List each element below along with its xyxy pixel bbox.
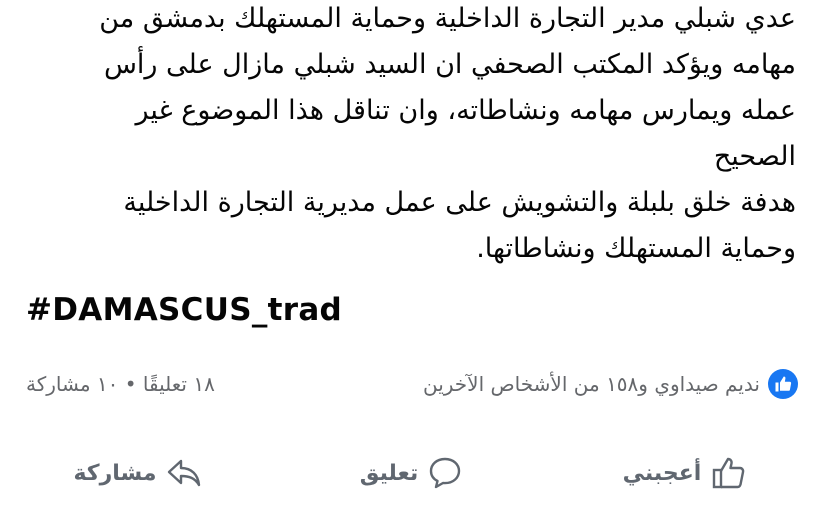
post-text-line: الصحيح xyxy=(713,141,796,172)
share-button[interactable]: مشاركة xyxy=(0,458,274,488)
post-text-line: وحماية المستهلك ونشاطاتها. xyxy=(476,233,796,264)
share-label: مشاركة xyxy=(73,460,157,486)
reactions-summary[interactable]: نديم صيداوي و١٥٨ من الأشخاص الآخرين xyxy=(423,369,798,399)
reactions-bar: ١٨ تعليقًا • ١٠ مشاركة نديم صيداوي و١٥٨ … xyxy=(26,364,798,404)
post-text-line: عمله ويمارس مهامه ونشاطاته، وان تناقل هذ… xyxy=(135,95,797,126)
like-icon xyxy=(768,369,798,399)
comment-label: تعليق xyxy=(359,460,419,486)
engagement-counts[interactable]: ١٨ تعليقًا • ١٠ مشاركة xyxy=(26,372,215,396)
comment-button[interactable]: تعليق xyxy=(274,456,548,490)
reactions-summary-label: نديم صيداوي و١٥٨ من الأشخاص الآخرين xyxy=(422,372,760,396)
post-text: عدي شبلي مدير التجارة الداخلية وحماية ال… xyxy=(16,0,796,272)
comment-bubble-icon xyxy=(428,456,462,490)
post-text-line: عدي شبلي مدير التجارة الداخلية وحماية ال… xyxy=(99,3,796,34)
share-arrow-icon xyxy=(167,458,201,488)
engagement-counts-label: ١٨ تعليقًا • ١٠ مشاركة xyxy=(26,372,215,396)
thumbs-up-icon xyxy=(711,455,747,491)
post-actions: مشاركة تعليق أعجبني xyxy=(0,440,822,506)
post-text-line: مهامه ويؤكد المكتب الصحفي ان السيد شبلي … xyxy=(103,49,796,80)
post-text-line: هدفة خلق بلبلة والتشويش على عمل مديرية ا… xyxy=(123,187,796,218)
like-label: أعجبني xyxy=(622,460,702,486)
hashtag-link[interactable]: #DAMASCUS_trad xyxy=(26,292,342,328)
like-button[interactable]: أعجبني xyxy=(548,455,822,491)
